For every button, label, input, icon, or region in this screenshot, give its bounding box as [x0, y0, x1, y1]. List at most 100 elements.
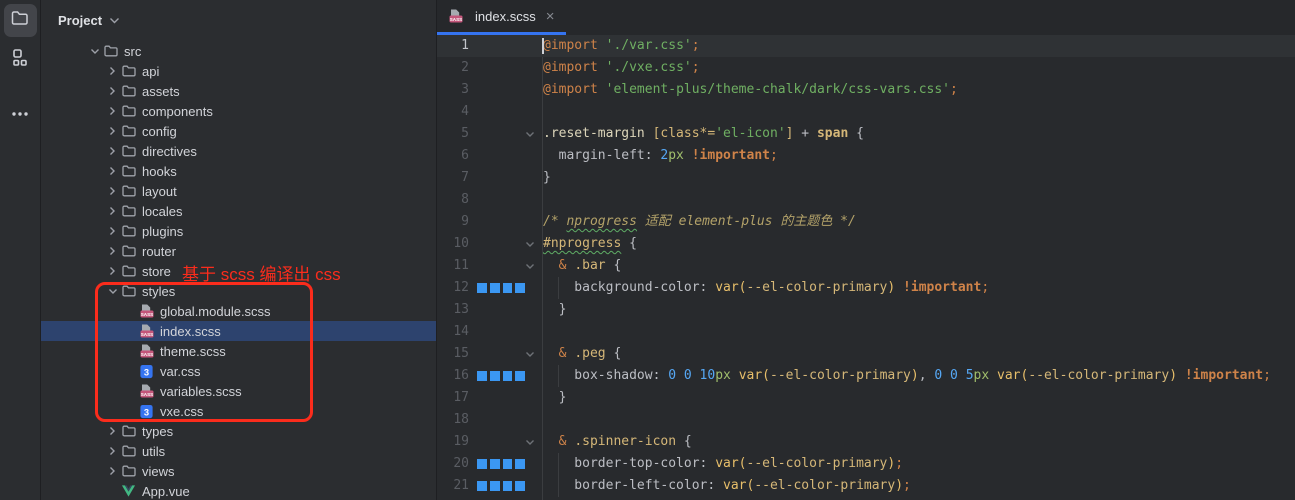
folder-icon [121, 463, 141, 479]
code-line-11[interactable]: 11 & .bar { [437, 255, 1295, 277]
color-preview-swatch[interactable] [477, 283, 487, 293]
color-preview-swatch[interactable] [503, 371, 513, 381]
css-icon: 3 [139, 403, 159, 419]
code-line-7[interactable]: 7} [437, 167, 1295, 189]
chevron-collapsed-icon[interactable] [104, 223, 121, 239]
gutter: 5 [437, 123, 542, 145]
color-preview-swatch[interactable] [490, 459, 500, 469]
tree-item-api[interactable]: api [41, 61, 436, 81]
fold-arrow-icon[interactable] [525, 241, 539, 248]
vue-icon [121, 483, 141, 499]
chevron-collapsed-icon[interactable] [104, 443, 121, 459]
tree-item-App.vue[interactable]: App.vue [41, 481, 436, 500]
code-line-15[interactable]: 15 & .peg { [437, 343, 1295, 365]
tree-item-router[interactable]: router [41, 241, 436, 261]
code-line-17[interactable]: 17 } [437, 387, 1295, 409]
tree-item-types[interactable]: types [41, 421, 436, 441]
tree-item-components[interactable]: components [41, 101, 436, 121]
chevron-collapsed-icon[interactable] [104, 263, 121, 279]
chevron-collapsed-icon[interactable] [104, 103, 121, 119]
chevron-expanded-icon[interactable] [86, 43, 103, 59]
color-preview-swatch[interactable] [515, 459, 525, 469]
chevron-collapsed-icon[interactable] [104, 83, 121, 99]
tree-item-label: layout [141, 184, 177, 199]
tree-item-directives[interactable]: directives [41, 141, 436, 161]
gutter: 19 [437, 431, 542, 453]
color-preview-swatch[interactable] [490, 481, 500, 491]
code-line-5[interactable]: 5.reset-margin [class*='el-icon'] + span… [437, 123, 1295, 145]
tree-item-theme.scss[interactable]: SASStheme.scss [41, 341, 436, 361]
code-line-9[interactable]: 9/* nprogress 适配 element-plus 的主题色 */ [437, 211, 1295, 233]
code-line-14[interactable]: 14 [437, 321, 1295, 343]
tree-item-store[interactable]: store [41, 261, 436, 281]
tree-item-hooks[interactable]: hooks [41, 161, 436, 181]
code-line-13[interactable]: 13 } [437, 299, 1295, 321]
code-line-4[interactable]: 4 [437, 101, 1295, 123]
code-area[interactable]: 1@import './var.css';2@import './vxe.css… [437, 35, 1295, 500]
tree-item-var.css[interactable]: 3var.css [41, 361, 436, 381]
color-preview-swatch[interactable] [490, 371, 500, 381]
color-preview-swatch[interactable] [503, 283, 513, 293]
color-preview-swatch[interactable] [477, 371, 487, 381]
tab-close-icon[interactable]: × [543, 9, 555, 24]
tree-item-plugins[interactable]: plugins [41, 221, 436, 241]
code-line-16[interactable]: 16 box-shadow: 0 0 10px var(--el-color-p… [437, 365, 1295, 387]
color-preview-swatch[interactable] [515, 283, 525, 293]
code-line-21[interactable]: 21 border-left-color: var(--el-color-pri… [437, 475, 1295, 497]
chevron-collapsed-icon[interactable] [104, 163, 121, 179]
indent-guide [558, 453, 559, 475]
fold-arrow-icon[interactable] [525, 131, 539, 138]
chevron-collapsed-icon[interactable] [104, 423, 121, 439]
tree-item-config[interactable]: config [41, 121, 436, 141]
code-line-1[interactable]: 1@import './var.css'; [437, 35, 1295, 57]
code-line-6[interactable]: 6 margin-left: 2px !important; [437, 145, 1295, 167]
tree-item-views[interactable]: views [41, 461, 436, 481]
code-line-10[interactable]: 10#nprogress { [437, 233, 1295, 255]
code-line-3[interactable]: 3@import 'element-plus/theme-chalk/dark/… [437, 79, 1295, 101]
color-preview-swatch[interactable] [477, 481, 487, 491]
chevron-spacer [104, 483, 121, 499]
tree-item-utils[interactable]: utils [41, 441, 436, 461]
chevron-collapsed-icon[interactable] [104, 183, 121, 199]
modules-tool-button[interactable] [4, 43, 37, 76]
tree-item-index.scss[interactable]: SASSindex.scss [41, 321, 436, 341]
code-line-12[interactable]: 12 background-color: var(--el-color-prim… [437, 277, 1295, 299]
code-line-2[interactable]: 2@import './vxe.css'; [437, 57, 1295, 79]
fold-arrow-icon[interactable] [525, 351, 539, 358]
chevron-collapsed-icon[interactable] [104, 123, 121, 139]
tree-item-global.module.scss[interactable]: SASSglobal.module.scss [41, 301, 436, 321]
fold-arrow-icon[interactable] [525, 263, 539, 270]
tree-item-variables.scss[interactable]: SASSvariables.scss [41, 381, 436, 401]
ide-window: Project src api assetscomponentsconfigdire… [0, 0, 1295, 500]
chevron-collapsed-icon[interactable] [104, 143, 121, 159]
tree-item-assets[interactable]: assets [41, 81, 436, 101]
tree-item-vxe.css[interactable]: 3vxe.css [41, 401, 436, 421]
chevron-collapsed-icon[interactable] [104, 63, 121, 79]
chevron-collapsed-icon[interactable] [104, 243, 121, 259]
code-line-18[interactable]: 18 [437, 409, 1295, 431]
project-panel-header[interactable]: Project [41, 0, 436, 40]
color-preview-swatch[interactable] [515, 371, 525, 381]
tree-item-locales[interactable]: locales [41, 201, 436, 221]
tab-index-scss[interactable]: SASS index.scss × [437, 0, 566, 35]
tree-item-label: api [141, 64, 159, 79]
color-preview-swatch[interactable] [503, 459, 513, 469]
chevron-collapsed-icon[interactable] [104, 203, 121, 219]
tree-item-layout[interactable]: layout [41, 181, 436, 201]
code-line-19[interactable]: 19 & .spinner-icon { [437, 431, 1295, 453]
tree-item-styles[interactable]: styles [41, 281, 436, 301]
color-preview-swatch[interactable] [503, 481, 513, 491]
tree-item-src[interactable]: src [41, 41, 436, 61]
chevron-collapsed-icon[interactable] [104, 463, 121, 479]
more-tool-windows-button[interactable] [4, 96, 37, 129]
color-preview-swatch[interactable] [477, 459, 487, 469]
chevron-expanded-icon[interactable] [104, 283, 121, 299]
folder-icon [121, 423, 141, 439]
code-line-20[interactable]: 20 border-top-color: var(--el-color-prim… [437, 453, 1295, 475]
fold-arrow-icon[interactable] [525, 439, 539, 446]
project-tool-button[interactable] [4, 4, 37, 37]
code-line-8[interactable]: 8 [437, 189, 1295, 211]
color-preview-swatch[interactable] [490, 283, 500, 293]
color-preview-swatch[interactable] [515, 481, 525, 491]
gutter-swatches [469, 283, 525, 293]
